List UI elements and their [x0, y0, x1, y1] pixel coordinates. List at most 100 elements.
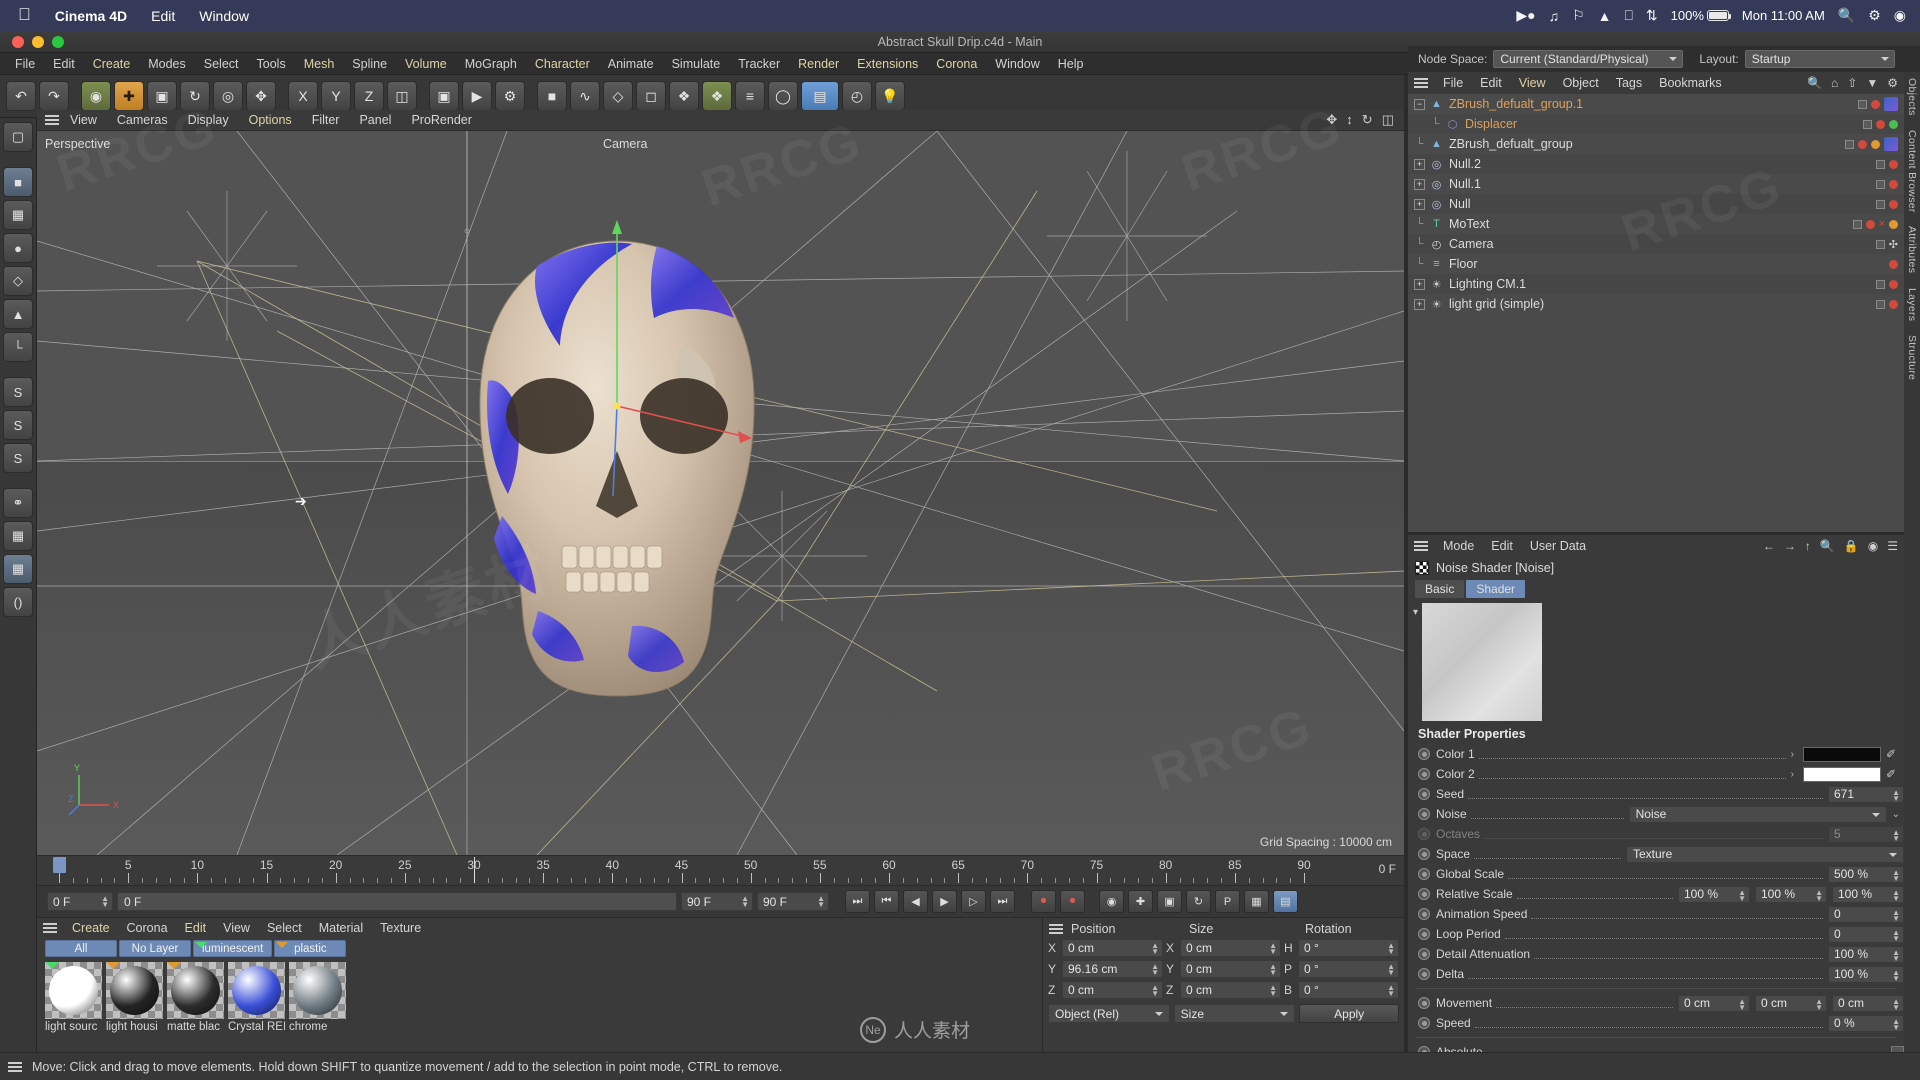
- range-end-spinner[interactable]: ▲ ▼: [741, 895, 749, 909]
- preview-collapse-chevron-icon[interactable]: ▾: [1413, 607, 1418, 618]
- material-menu-texture[interactable]: Texture: [372, 920, 429, 936]
- attributes-up-icon[interactable]: ↑: [1805, 539, 1811, 553]
- coordinate-spinner[interactable]: ▲ ▼: [1151, 963, 1159, 977]
- dock-tab-objects[interactable]: Objects: [1906, 78, 1918, 116]
- animate-track-icon[interactable]: [1418, 908, 1430, 920]
- coordinates-handle-icon[interactable]: [1049, 923, 1063, 934]
- add-deformer-button[interactable]: ≡: [735, 81, 765, 111]
- number-field[interactable]: 0 cm ▲ ▼: [1755, 994, 1827, 1012]
- coordinates-mode-select[interactable]: Object (Rel): [1048, 1004, 1170, 1023]
- add-mograph-button[interactable]: ❖: [702, 81, 732, 111]
- render-dot-icon[interactable]: [1889, 259, 1898, 269]
- scale-key-button[interactable]: ▣: [1157, 890, 1182, 913]
- visibility-check-icon[interactable]: [1876, 159, 1885, 169]
- polygon-mode-button[interactable]: ▲: [3, 299, 33, 329]
- coordinate-spinner[interactable]: ▲ ▼: [1151, 984, 1159, 998]
- coordinate-field[interactable]: 0 cm ▲ ▼: [1062, 939, 1163, 957]
- expand-toggle-icon[interactable]: +: [1414, 158, 1425, 170]
- spinner-icon[interactable]: ▲ ▼: [1892, 888, 1900, 902]
- coordinates-size-select[interactable]: Size: [1173, 1004, 1296, 1023]
- visibility-check-icon[interactable]: [1876, 299, 1885, 309]
- material-layer-tab[interactable]: plastic: [274, 940, 347, 957]
- viewport-menu-handle-icon[interactable]: [45, 115, 59, 125]
- viewport-menu-display[interactable]: Display: [179, 112, 238, 128]
- menu-item-volume[interactable]: Volume: [396, 55, 456, 73]
- menu-item-select[interactable]: Select: [195, 55, 248, 73]
- number-field[interactable]: 671 ▲ ▼: [1828, 785, 1904, 803]
- visibility-check-icon[interactable]: [1875, 239, 1885, 249]
- material-menu-view[interactable]: View: [215, 920, 258, 936]
- object-manager-filter-icon[interactable]: ▼: [1866, 76, 1878, 90]
- material-manager-handle-icon[interactable]: [43, 923, 57, 933]
- attributes-lock-icon[interactable]: 🔒: [1844, 539, 1859, 553]
- material-tag-icon[interactable]: [1884, 137, 1898, 151]
- object-tree[interactable]: − ▲ ZBrush_defualt_group.1 └ ⬡ Displacer └ ▲ ZBr…: [1408, 94, 1904, 532]
- axis-modify-button[interactable]: ◎: [213, 81, 243, 111]
- viewport-menu-options[interactable]: Options: [240, 112, 301, 128]
- number-field[interactable]: 100 % ▲ ▼: [1828, 945, 1904, 963]
- object-menu-edit[interactable]: Edit: [1472, 75, 1510, 91]
- object-menu-object[interactable]: Object: [1555, 75, 1607, 91]
- spinner-icon[interactable]: ▲ ▼: [1892, 868, 1900, 882]
- animate-track-icon[interactable]: [1418, 808, 1430, 820]
- object-manager-home-icon[interactable]: ⌂: [1831, 76, 1838, 90]
- object-mode-button[interactable]: ▢: [3, 122, 33, 152]
- object-row[interactable]: └ ◴ Camera ✣: [1408, 234, 1904, 254]
- snap-settings-button[interactable]: S: [3, 410, 33, 440]
- record-active-objects-button[interactable]: ⏺: [1031, 890, 1056, 913]
- render-dot-icon[interactable]: [1889, 159, 1898, 169]
- point-mode-button[interactable]: ●: [3, 233, 33, 263]
- attributes-pin-icon[interactable]: ◉: [1868, 539, 1878, 553]
- timeline-ruler-panel[interactable]: 051015202530354045505560657075808590 0 F: [37, 855, 1404, 885]
- visibility-check-icon[interactable]: [1858, 99, 1867, 109]
- expand-toggle-icon[interactable]: +: [1414, 198, 1425, 210]
- layout-select[interactable]: Startup: [1744, 50, 1895, 68]
- expand-toggle-icon[interactable]: +: [1414, 298, 1425, 310]
- spinner-icon[interactable]: ▲ ▼: [1892, 997, 1900, 1011]
- object-menu-file[interactable]: File: [1435, 75, 1471, 91]
- play-button[interactable]: ▶: [932, 890, 957, 913]
- grid-button[interactable]: ▦: [3, 554, 33, 584]
- menu-item-mograph[interactable]: MoGraph: [456, 55, 526, 73]
- dropdown-select[interactable]: Noise: [1628, 805, 1887, 823]
- parameter-key-button[interactable]: P: [1215, 890, 1240, 913]
- texture-mode-button[interactable]: ▦: [3, 200, 33, 230]
- spinner-icon[interactable]: ▲ ▼: [1892, 948, 1900, 962]
- screen-record-icon[interactable]: ▶●: [1516, 7, 1535, 24]
- object-row[interactable]: + ◎ Null.2: [1408, 154, 1904, 174]
- render-dot-icon[interactable]: [1889, 279, 1898, 289]
- render-dot-icon[interactable]: [1889, 179, 1898, 189]
- coordinate-spinner[interactable]: ▲ ▼: [1269, 963, 1277, 977]
- coordinate-spinner[interactable]: ▲ ▼: [1269, 942, 1277, 956]
- position-key-button[interactable]: ✚: [1128, 890, 1153, 913]
- keyframe-selection-button[interactable]: ◉: [1099, 890, 1124, 913]
- messenger-icon[interactable]: ⚐: [1572, 7, 1585, 24]
- spinner-icon[interactable]: ▲ ▼: [1738, 888, 1746, 902]
- timeline-playhead[interactable]: [53, 857, 66, 873]
- lock-y-axis-button[interactable]: Y: [321, 81, 351, 111]
- coordinates-apply-button[interactable]: Apply: [1299, 1004, 1400, 1023]
- spinner-icon[interactable]: ▲ ▼: [1892, 908, 1900, 922]
- menu-item-mesh[interactable]: Mesh: [295, 55, 344, 73]
- material-item[interactable]: Crystal REI: [228, 962, 285, 1033]
- rotation-key-button[interactable]: ↻: [1186, 890, 1211, 913]
- mac-menu-window[interactable]: Window: [199, 8, 249, 24]
- attributes-tab-basic[interactable]: Basic: [1415, 580, 1465, 598]
- spinner-icon[interactable]: ▲ ▼: [1892, 928, 1900, 942]
- render-region-button[interactable]: ▶: [462, 81, 492, 111]
- current-frame-spinner[interactable]: ▲ ▼: [101, 895, 109, 909]
- object-manager-handle-icon[interactable]: [1414, 78, 1428, 88]
- animate-track-icon[interactable]: [1418, 748, 1430, 760]
- visibility-check-icon[interactable]: [1876, 279, 1885, 289]
- coordinate-field[interactable]: 96.16 cm ▲ ▼: [1062, 960, 1163, 978]
- window-traffic-lights[interactable]: [0, 35, 64, 48]
- autokeying-button[interactable]: ⏺: [1060, 890, 1085, 913]
- spinner-icon[interactable]: ▲ ▼: [1815, 997, 1823, 1011]
- menu-item-character[interactable]: Character: [526, 55, 599, 73]
- add-scene-button[interactable]: ❖: [669, 81, 699, 111]
- number-field[interactable]: 100 % ▲ ▼: [1832, 885, 1904, 903]
- number-field[interactable]: 0 % ▲ ▼: [1828, 1014, 1904, 1032]
- object-manager-up-icon[interactable]: ⇧: [1847, 76, 1857, 90]
- viewport-menu-panel[interactable]: Panel: [350, 112, 400, 128]
- enable-axis-button[interactable]: S: [3, 377, 33, 407]
